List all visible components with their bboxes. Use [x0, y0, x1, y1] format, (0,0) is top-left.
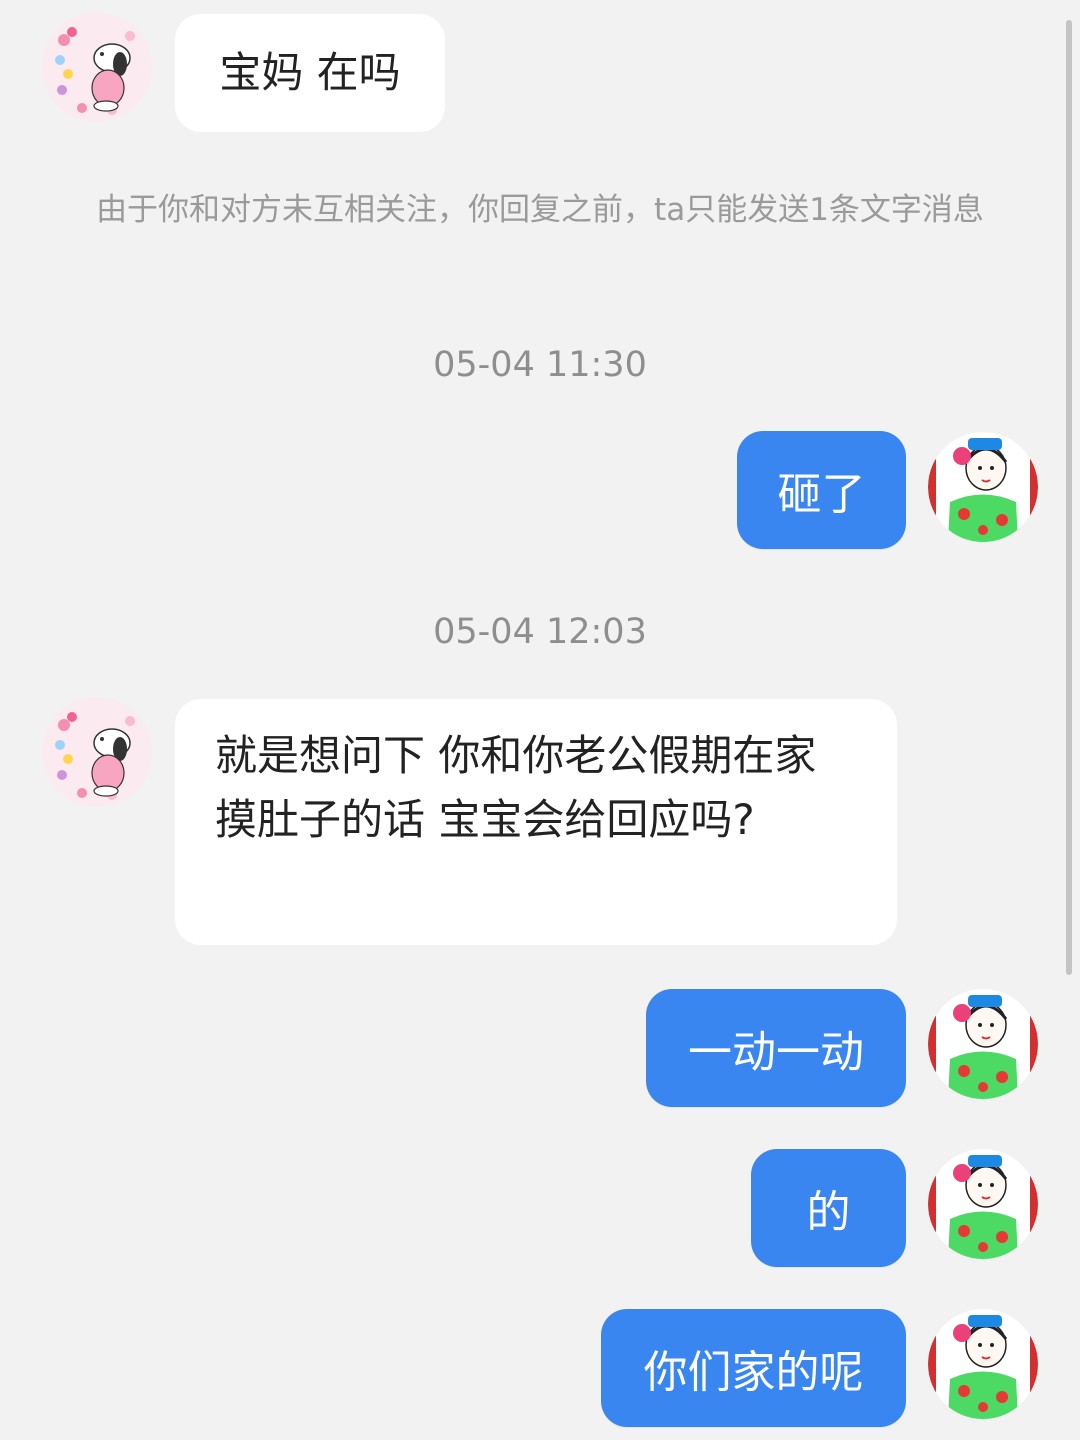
message-text: 砸了 — [777, 469, 866, 520]
self-avatar[interactable] — [928, 989, 1038, 1099]
snoopy-avatar-icon — [42, 697, 152, 807]
snoopy-avatar-icon — [42, 12, 152, 122]
scrollbar[interactable] — [1066, 20, 1072, 975]
message-text-line: 摸肚子的话 宝宝会给回应吗? — [215, 795, 755, 844]
self-avatar[interactable] — [928, 432, 1038, 542]
message-text: 宝妈 在吗 — [219, 48, 401, 97]
outgoing-message-bubble[interactable]: 砸了 — [737, 431, 906, 549]
message-text-line: 就是想问下 你和你老公假期在家 — [215, 731, 817, 780]
message-text: 你们家的呢 — [643, 1347, 864, 1398]
illustrated-girl-avatar-icon — [928, 1149, 1038, 1259]
incoming-message-bubble[interactable]: 宝妈 在吗 — [175, 14, 445, 132]
timestamp: 05-04 12:03 — [433, 612, 647, 652]
incoming-message-bubble[interactable]: 就是想问下 你和你老公假期在家 摸肚子的话 宝宝会给回应吗? — [175, 699, 897, 945]
contact-avatar[interactable] — [42, 697, 152, 807]
message-text: 的 — [806, 1187, 851, 1238]
message-text: 一动一动 — [688, 1027, 864, 1078]
timestamp: 05-04 11:30 — [433, 345, 647, 385]
outgoing-message-bubble[interactable]: 的 — [751, 1149, 906, 1267]
contact-avatar[interactable] — [42, 12, 152, 122]
self-avatar[interactable] — [928, 1149, 1038, 1259]
outgoing-message-bubble[interactable]: 一动一动 — [646, 989, 906, 1107]
illustrated-girl-avatar-icon — [928, 989, 1038, 1099]
self-avatar[interactable] — [928, 1309, 1038, 1419]
illustrated-girl-avatar-icon — [928, 1309, 1038, 1419]
illustrated-girl-avatar-icon — [928, 432, 1038, 542]
outgoing-message-bubble[interactable]: 你们家的呢 — [601, 1309, 906, 1427]
system-notice: 由于你和对方未互相关注，你回复之前，ta只能发送1条文字消息 — [96, 192, 984, 228]
